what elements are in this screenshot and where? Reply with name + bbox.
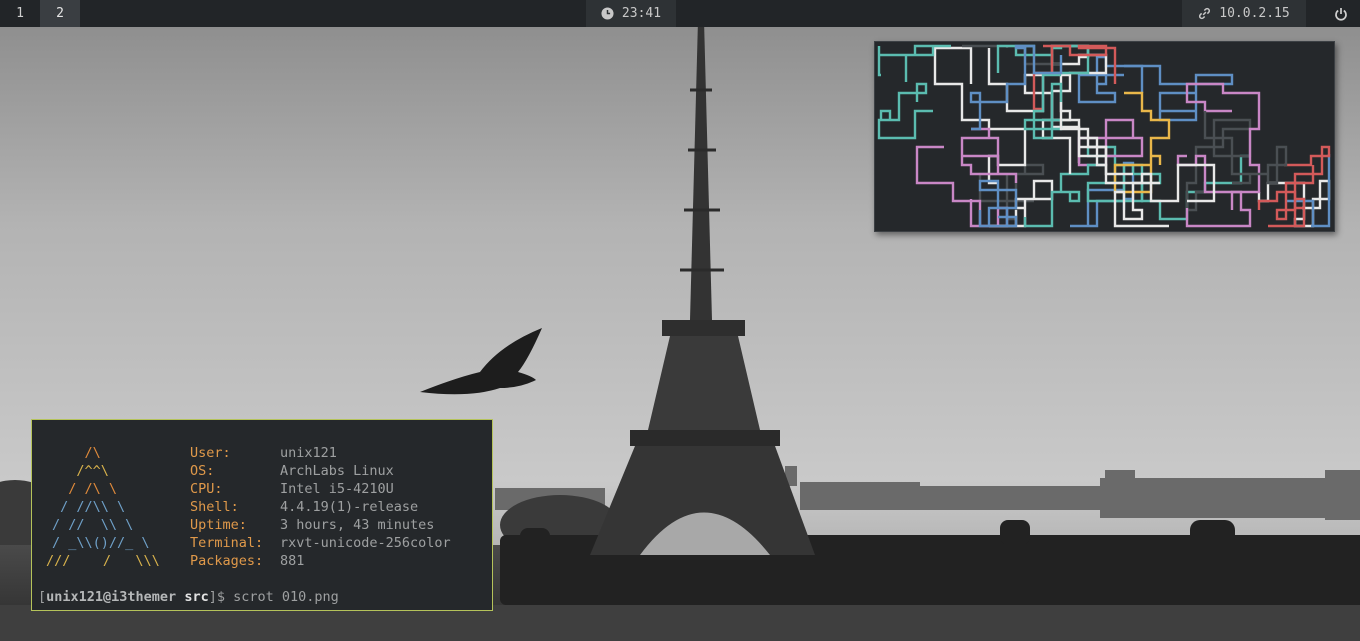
power-icon: [1335, 7, 1347, 21]
top-status-bar: 1 2 23:41 10.0.2.15: [0, 0, 1360, 27]
pipe-segment: [996, 44, 1090, 75]
info-value-shell: 4.4.19(1)-release: [280, 499, 419, 515]
network-module: 10.0.2.15: [1182, 0, 1306, 27]
workspace-2-button[interactable]: 2: [40, 0, 80, 27]
ip-address: 10.0.2.15: [1219, 6, 1290, 21]
info-value-os: ArchLabs Linux: [280, 463, 394, 479]
clock-icon: [601, 7, 614, 20]
info-key-user: User:: [190, 445, 231, 461]
terminal-window[interactable]: /\ /^^\ / /\ \ / //\\ \ / // \\ \ / _\\(…: [31, 419, 493, 611]
prompt-user-host: unix121@i3themer: [46, 589, 177, 605]
workspace-1-button[interactable]: 1: [0, 0, 40, 27]
info-key-shell: Shell:: [190, 499, 239, 515]
logo-line: /// / \\\: [46, 553, 160, 569]
info-value-uptime: 3 hours, 43 minutes: [280, 517, 435, 533]
info-value-packages: 881: [280, 553, 305, 569]
logo-line: / //\\ \: [52, 499, 126, 515]
pipe-segment: [960, 127, 1018, 183]
pipe-segment: [962, 44, 1063, 75]
pipes-animation: [877, 44, 1331, 228]
logo-line: / // \\ \: [52, 517, 134, 533]
link-icon: [1199, 7, 1211, 20]
shell-prompt-line[interactable]: [unix121@i3themer src]$ scrot 010.png: [38, 588, 339, 606]
pipe-segment: [1023, 73, 1063, 140]
pipe-segment: [969, 44, 1063, 131]
logo-line: / _\\()//_ \: [52, 535, 150, 551]
info-value-user: unix121: [280, 445, 337, 461]
power-button[interactable]: [1322, 0, 1360, 27]
pipes-terminal-window[interactable]: [874, 41, 1335, 232]
clock-time: 23:41: [621, 6, 662, 21]
info-key-cpu: CPU:: [190, 481, 223, 497]
logo-line: /^^\: [52, 463, 109, 479]
prompt-command: scrot 010.png: [233, 589, 339, 605]
pipe-segment: [877, 82, 933, 140]
info-value-terminal: rxvt-unicode-256color: [280, 535, 451, 551]
info-value-cpu: Intel i5-4210U: [280, 481, 394, 497]
info-key-uptime: Uptime:: [190, 517, 247, 533]
prompt-directory: src: [184, 589, 209, 605]
logo-line: / /\ \: [52, 481, 118, 497]
info-key-terminal: Terminal:: [190, 535, 264, 551]
prompt-open-bracket: [: [38, 589, 47, 605]
pipe-segment: [877, 44, 951, 82]
pipe-segment: [1059, 102, 1216, 203]
logo-line: /\: [52, 445, 101, 461]
clock-module: 23:41: [586, 0, 676, 27]
info-key-os: OS:: [190, 463, 215, 479]
info-key-packages: Packages:: [190, 553, 264, 569]
prompt-close-bracket: ]$: [208, 589, 225, 605]
